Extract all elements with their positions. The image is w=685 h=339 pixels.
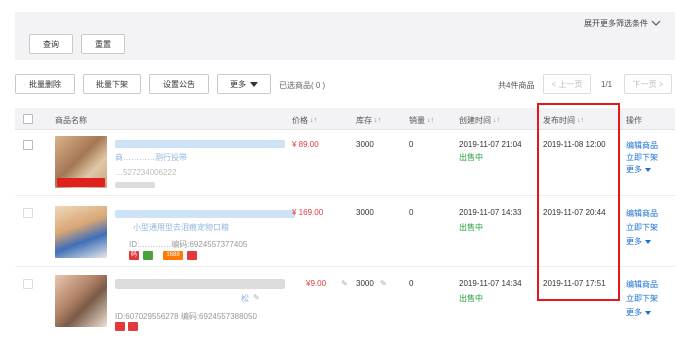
sales-value: 0	[409, 140, 414, 149]
stock-value: 3000	[356, 140, 374, 149]
pencil-icon[interactable]: ✎	[253, 293, 260, 302]
status-badge: 出售中	[459, 294, 483, 303]
row-checkbox[interactable]	[23, 279, 33, 289]
product-title-blur	[115, 140, 285, 148]
header-created-time-label: 创建时间	[459, 116, 491, 125]
header-stock-label: 库存	[356, 116, 372, 125]
caret-down-icon	[645, 167, 651, 172]
product-title-blur	[115, 210, 295, 218]
more-actions-link[interactable]: 更多	[626, 307, 651, 318]
more-label: 更多	[230, 79, 246, 89]
product-thumbnail[interactable]	[55, 275, 107, 327]
expand-filters-link[interactable]: 展开更多筛选条件	[584, 18, 661, 29]
tag-badge-red	[187, 251, 197, 260]
row-checkbox[interactable]	[23, 140, 33, 150]
price-value: ¥ 169.00	[292, 208, 324, 217]
sort-icon: ↓↑	[374, 117, 381, 124]
header-actions-label: 操作	[626, 116, 642, 125]
more-actions-label: 更多	[626, 308, 642, 317]
product-title[interactable]: 商…………测行投带	[115, 152, 187, 163]
delist-link[interactable]: 立即下架	[626, 293, 658, 304]
product-id: …527234006222	[115, 168, 177, 177]
sales-value: 0	[409, 279, 414, 288]
filter-panel: 展开更多筛选条件 查询 重置	[15, 12, 675, 60]
caret-down-icon	[645, 239, 651, 244]
header-stock[interactable]: 库存 ↓↑	[356, 115, 381, 126]
query-button[interactable]: 查询	[29, 34, 73, 54]
header-created-time[interactable]: 创建时间 ↓↑	[459, 115, 500, 126]
created-time: 2019-11-07 14:34	[459, 279, 522, 288]
more-actions-label: 更多	[626, 237, 642, 246]
more-actions-label: 更多	[626, 165, 642, 174]
page-indicator: 1/1	[601, 80, 613, 89]
caret-down-icon	[645, 310, 651, 315]
more-dropdown-button[interactable]: 更多	[217, 74, 271, 94]
tag-badge: 码	[129, 251, 139, 260]
header-price-label: 价格	[292, 116, 308, 125]
batch-delist-button[interactable]: 批量下架	[83, 74, 141, 94]
product-title-blur	[115, 279, 285, 289]
prev-page-button[interactable]: < 上一页	[543, 74, 591, 94]
price-value: ¥9.00	[306, 279, 327, 288]
stock-value: 3000	[356, 279, 374, 288]
next-page-button[interactable]: 下一页 >	[624, 74, 672, 94]
product-title[interactable]: 松	[241, 293, 249, 304]
caret-down-icon	[250, 81, 258, 87]
header-price[interactable]: 价格 ↓↑	[292, 115, 317, 126]
delist-link[interactable]: 立即下架	[626, 222, 658, 233]
promo-badge	[57, 178, 105, 187]
header-sales[interactable]: 销量 ↓↑	[409, 115, 434, 126]
batch-delete-button[interactable]: 批量删除	[15, 74, 75, 94]
tag-badge-green	[143, 251, 153, 260]
reset-button[interactable]: 重置	[81, 34, 125, 54]
select-all-checkbox[interactable]	[23, 114, 33, 124]
edit-product-link[interactable]: 编辑商品	[626, 208, 658, 219]
published-time-highlight	[537, 103, 620, 301]
price-value: ¥ 89.00	[292, 140, 319, 149]
sort-icon: ↓↑	[427, 117, 434, 124]
stock-value: 3000	[356, 208, 374, 217]
selected-count: 已选商品( 0 )	[279, 81, 326, 90]
sort-icon: ↓↑	[310, 117, 317, 124]
pencil-icon[interactable]: ✎	[380, 279, 387, 288]
more-actions-link[interactable]: 更多	[626, 164, 651, 175]
total-count: 共4件商品	[498, 81, 535, 90]
chevron-down-icon	[651, 20, 661, 26]
edit-product-link[interactable]: 编辑商品	[626, 279, 658, 290]
set-announcement-button[interactable]: 设置公告	[149, 74, 209, 94]
product-title[interactable]: 小型通用型去泪痕宠物口粮	[133, 222, 229, 233]
tag-badge	[115, 322, 125, 331]
header-actions: 操作	[626, 115, 642, 126]
header-product-name: 商品名称	[55, 115, 87, 126]
product-id: ID:607029556278 编码:6924557388050	[115, 312, 257, 321]
more-actions-link[interactable]: 更多	[626, 236, 651, 247]
expand-filters-label[interactable]: 展开更多筛选条件	[584, 18, 648, 29]
header-product-name-label: 商品名称	[55, 116, 87, 125]
status-badge: 出售中	[459, 153, 483, 162]
product-id: ID:…………编码:6924557377405	[129, 240, 248, 249]
sales-value: 0	[409, 208, 414, 217]
created-time: 2019-11-07 14:33	[459, 208, 522, 217]
created-time: 2019-11-07 21:04	[459, 140, 522, 149]
tag-1688-badge: 1688	[163, 251, 183, 260]
status-badge: 出售中	[459, 223, 483, 232]
pencil-icon[interactable]: ✎	[341, 279, 348, 288]
header-sales-label: 销量	[409, 116, 425, 125]
product-tags-blur	[115, 182, 155, 188]
product-thumbnail[interactable]	[55, 206, 107, 258]
sort-icon: ↓↑	[493, 117, 500, 124]
row-checkbox[interactable]	[23, 208, 33, 218]
tag-badge	[128, 322, 138, 331]
delist-link[interactable]: 立即下架	[626, 152, 658, 163]
edit-product-link[interactable]: 编辑商品	[626, 140, 658, 151]
